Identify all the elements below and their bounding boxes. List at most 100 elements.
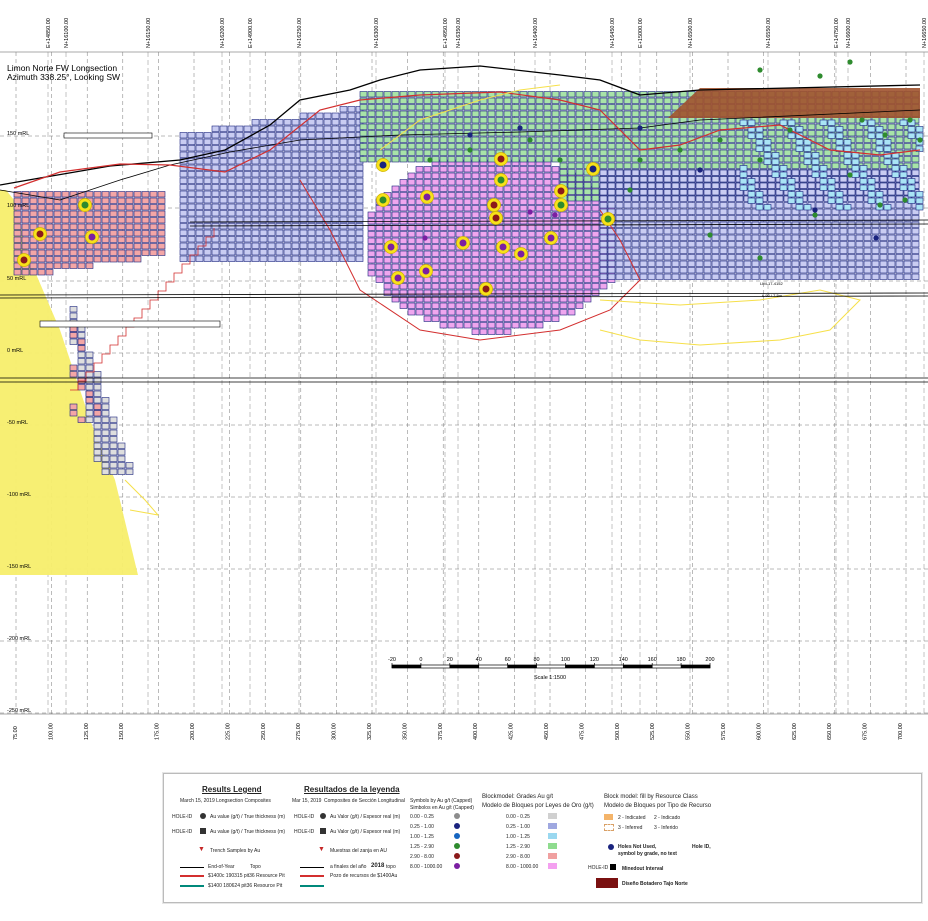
grade-block [463,257,472,264]
grade-block [567,149,576,156]
grade-block [535,104,544,111]
grade-block [799,254,808,261]
grade-block [527,117,536,124]
scale-tick-label: 120 [590,657,599,663]
grade-block [815,130,824,137]
elevation-label: -100 mRL [7,492,31,498]
grade-block [655,234,664,241]
grade-block [259,190,268,197]
grade-block [647,195,656,202]
grade-block [763,158,772,165]
grade-block [863,156,872,163]
grade-block [463,172,472,179]
grade-block [227,190,236,197]
grade-block [755,204,764,211]
grade-block [367,211,376,218]
grade-block [109,243,118,250]
grade-block [315,255,324,262]
block-range-label: 1.00 - 1.25 [506,834,530,840]
top-axis-label: E+14850.00 [46,18,52,48]
grade-block [583,289,592,296]
grade-block [763,204,772,211]
grade-block [219,203,228,210]
grade-block [719,202,728,209]
grade-block [323,249,332,256]
grade-block [259,229,268,236]
grade-block [663,260,672,267]
grade-block [455,185,464,192]
grade-block [535,276,544,283]
scale-bar-segment [392,665,421,668]
grade-block [835,197,844,204]
grade-block [655,215,664,222]
grade-block [623,91,632,98]
grade-block [391,185,400,192]
grade-block [299,151,308,158]
grade-block [259,223,268,230]
grade-block [117,462,126,469]
grade-block [799,260,808,267]
grade-block [101,449,110,456]
grade-block [863,273,872,280]
grade-block [439,205,448,212]
grade-block [407,231,416,238]
grade-block [879,182,888,189]
grade-block [439,224,448,231]
grade-block [423,244,432,251]
grade-block [471,250,480,257]
grade-block [471,224,480,231]
grade-block [687,130,696,137]
grade-block [291,249,300,256]
grade-block [283,158,292,165]
grade-block [519,110,528,117]
grade-block [391,263,400,270]
grade-block [911,156,920,163]
grade-block [471,166,480,173]
grade-block [307,125,316,132]
grade-block [775,273,784,280]
grade-block [791,267,800,274]
grade-block [211,249,220,256]
grade-block [479,166,488,173]
small-composite [717,137,723,143]
grade-block [503,289,512,296]
grade-block [519,205,528,212]
grade-block [647,169,656,176]
grade-block [37,197,46,204]
grade-block [85,403,94,410]
grade-block [331,190,340,197]
elevation-label: 100 mRL [7,203,29,209]
grade-block [227,229,236,236]
grade-block [687,267,696,274]
grade-block [887,273,896,280]
grade-block [93,436,102,443]
grade-block [447,172,456,179]
bottom-axis-label: 275.00 [296,723,302,740]
grade-block [251,210,260,217]
grade-block [109,436,118,443]
grade-block [195,229,204,236]
grade-block [211,164,220,171]
grade-block [671,97,680,104]
grade-block [687,189,696,196]
grade-block [771,152,780,159]
grade-block [887,130,896,137]
bottom-axis-label: 400.00 [473,723,479,740]
grade-block [911,162,920,169]
grade-block [235,236,244,243]
grade-block [639,143,648,150]
grade-block [867,191,876,198]
composite-marker [422,267,430,275]
grade-block [815,241,824,248]
grade-block [243,242,252,249]
grade-block [679,195,688,202]
grade-block [323,151,332,158]
grade-block [599,176,608,183]
grade-block [851,165,860,172]
grade-block [711,247,720,254]
grade-block [101,204,110,211]
grade-block [125,249,134,256]
grade-block [527,166,536,173]
grade-block [559,169,568,176]
grade-block [431,257,440,264]
